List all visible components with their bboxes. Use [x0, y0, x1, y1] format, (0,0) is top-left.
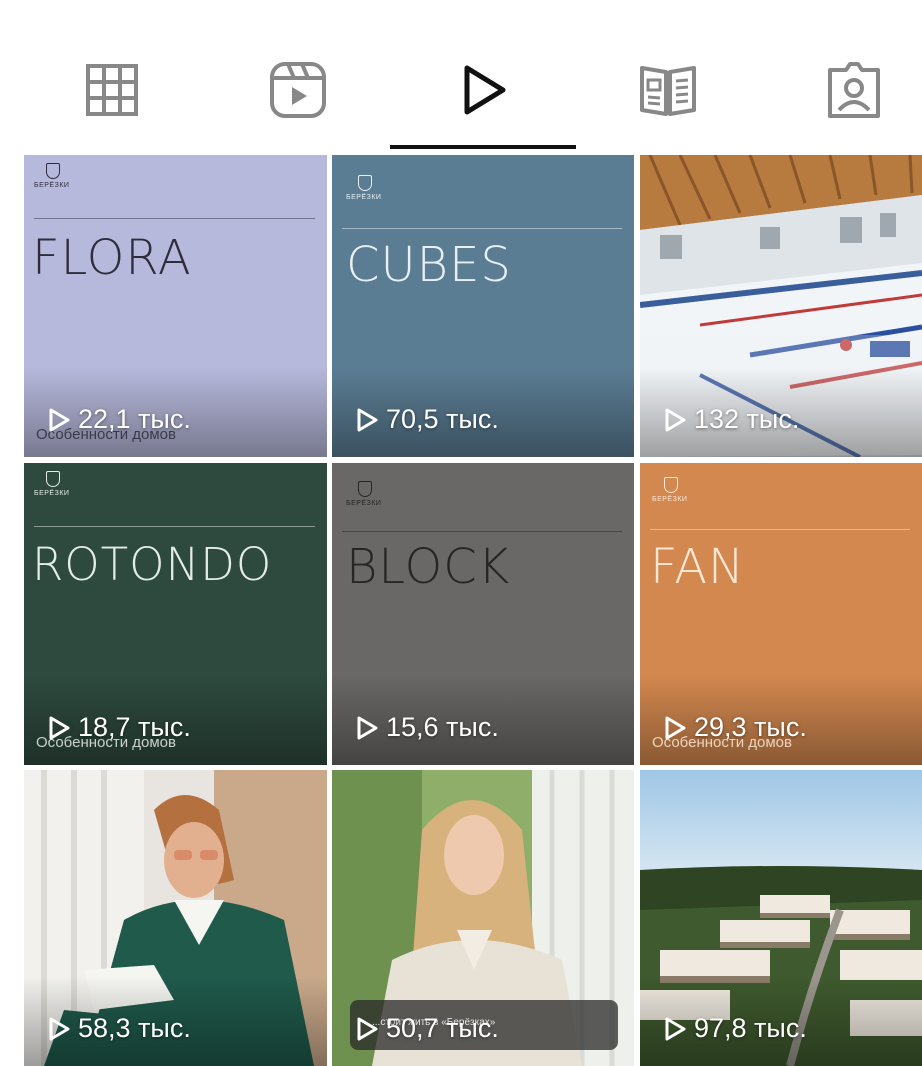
view-count: 70,5 тыс.	[354, 404, 499, 435]
view-count-value: 50,7 тыс.	[386, 1013, 499, 1043]
video-tile[interactable]: БЕРЁЗКИ ROTONDO Особенности домов 18,7 т…	[24, 463, 327, 765]
divider	[342, 228, 622, 229]
brand-logo: БЕРЁЗКИ	[652, 477, 694, 515]
brand-name: БЕРЁЗКИ	[34, 182, 70, 189]
divider	[650, 529, 910, 530]
crest-icon	[46, 163, 60, 179]
crest-icon	[358, 481, 372, 497]
view-count-value: 70,5 тыс.	[386, 404, 499, 434]
view-count: 22,1 тыс.	[46, 404, 191, 435]
view-count-value: 97,8 тыс.	[694, 1013, 807, 1043]
tab-reels[interactable]	[256, 48, 340, 132]
tagged-icon	[828, 62, 880, 118]
play-icon	[464, 65, 506, 115]
video-tile[interactable]: ...стоит жить в «Берёзках» 50,7 тыс.	[332, 770, 634, 1066]
play-count-icon	[357, 408, 378, 431]
brand-name: БЕРЁЗКИ	[34, 490, 70, 497]
brand-name: БЕРЁЗКИ	[346, 194, 382, 201]
play-count-icon	[665, 716, 686, 739]
play-count-icon	[49, 408, 70, 431]
brand-logo: БЕРЁЗКИ	[346, 175, 388, 213]
view-count-value: 15,6 тыс.	[386, 712, 499, 742]
tab-guides[interactable]	[626, 48, 710, 132]
view-count: 50,7 тыс.	[354, 1013, 499, 1044]
view-count: 15,6 тыс.	[354, 712, 499, 743]
video-tile[interactable]: БЕРЁЗКИ BLOCK 15,6 тыс.	[332, 463, 634, 765]
crest-icon	[664, 477, 678, 493]
tile-title: FLORA	[32, 230, 192, 286]
view-count: 132 тыс.	[662, 404, 799, 435]
crest-icon	[46, 471, 60, 487]
divider	[342, 531, 622, 532]
tab-tagged[interactable]	[812, 48, 896, 132]
view-count-value: 18,7 тыс.	[78, 712, 191, 742]
tab-posts[interactable]	[70, 48, 154, 132]
crest-icon	[358, 175, 372, 191]
profile-tab-bar	[0, 0, 922, 152]
play-count-icon	[665, 1017, 686, 1040]
video-tile[interactable]: БЕРЁЗКИ FLORA Особенности домов 22,1 тыс…	[24, 155, 327, 457]
view-count: 58,3 тыс.	[46, 1013, 191, 1044]
view-count: 29,3 тыс.	[662, 712, 807, 743]
brand-logo: БЕРЁЗКИ	[34, 471, 76, 509]
brand-name: БЕРЁЗКИ	[652, 496, 688, 503]
play-count-icon	[49, 716, 70, 739]
play-count-icon	[357, 716, 378, 739]
view-count-value: 29,3 тыс.	[694, 712, 807, 742]
view-count-value: 132 тыс.	[694, 404, 800, 434]
video-tile[interactable]: 58,3 тыс.	[24, 770, 327, 1066]
reels-icon	[270, 62, 326, 118]
view-count-value: 22,1 тыс.	[78, 404, 191, 434]
view-count-value: 58,3 тыс.	[78, 1013, 191, 1043]
video-tile[interactable]: 97,8 тыс.	[640, 770, 922, 1066]
video-tile[interactable]: БЕРЁЗКИ CUBES 70,5 тыс.	[332, 155, 634, 457]
tab-videos[interactable]	[441, 48, 525, 132]
play-count-icon	[665, 408, 686, 431]
view-count: 18,7 тыс.	[46, 712, 191, 743]
divider	[34, 218, 315, 219]
tile-title: FAN	[650, 539, 745, 595]
brand-logo: БЕРЁЗКИ	[34, 163, 76, 201]
tile-title: CUBES	[346, 237, 512, 293]
active-tab-indicator	[390, 145, 576, 149]
view-count: 97,8 тыс.	[662, 1013, 807, 1044]
play-count-icon	[357, 1017, 378, 1040]
divider	[34, 526, 315, 527]
play-count-icon	[49, 1017, 70, 1040]
video-tile[interactable]: БЕРЁЗКИ FAN Особенности домов 29,3 тыс.	[640, 463, 922, 765]
guides-icon	[640, 66, 696, 116]
brand-name: БЕРЁЗКИ	[346, 500, 382, 507]
brand-logo: БЕРЁЗКИ	[346, 481, 388, 519]
tile-title: BLOCK	[346, 539, 511, 595]
video-tile[interactable]: 132 тыс.	[640, 155, 922, 457]
tile-title: ROTONDO	[32, 538, 273, 591]
grid-icon	[86, 64, 138, 116]
